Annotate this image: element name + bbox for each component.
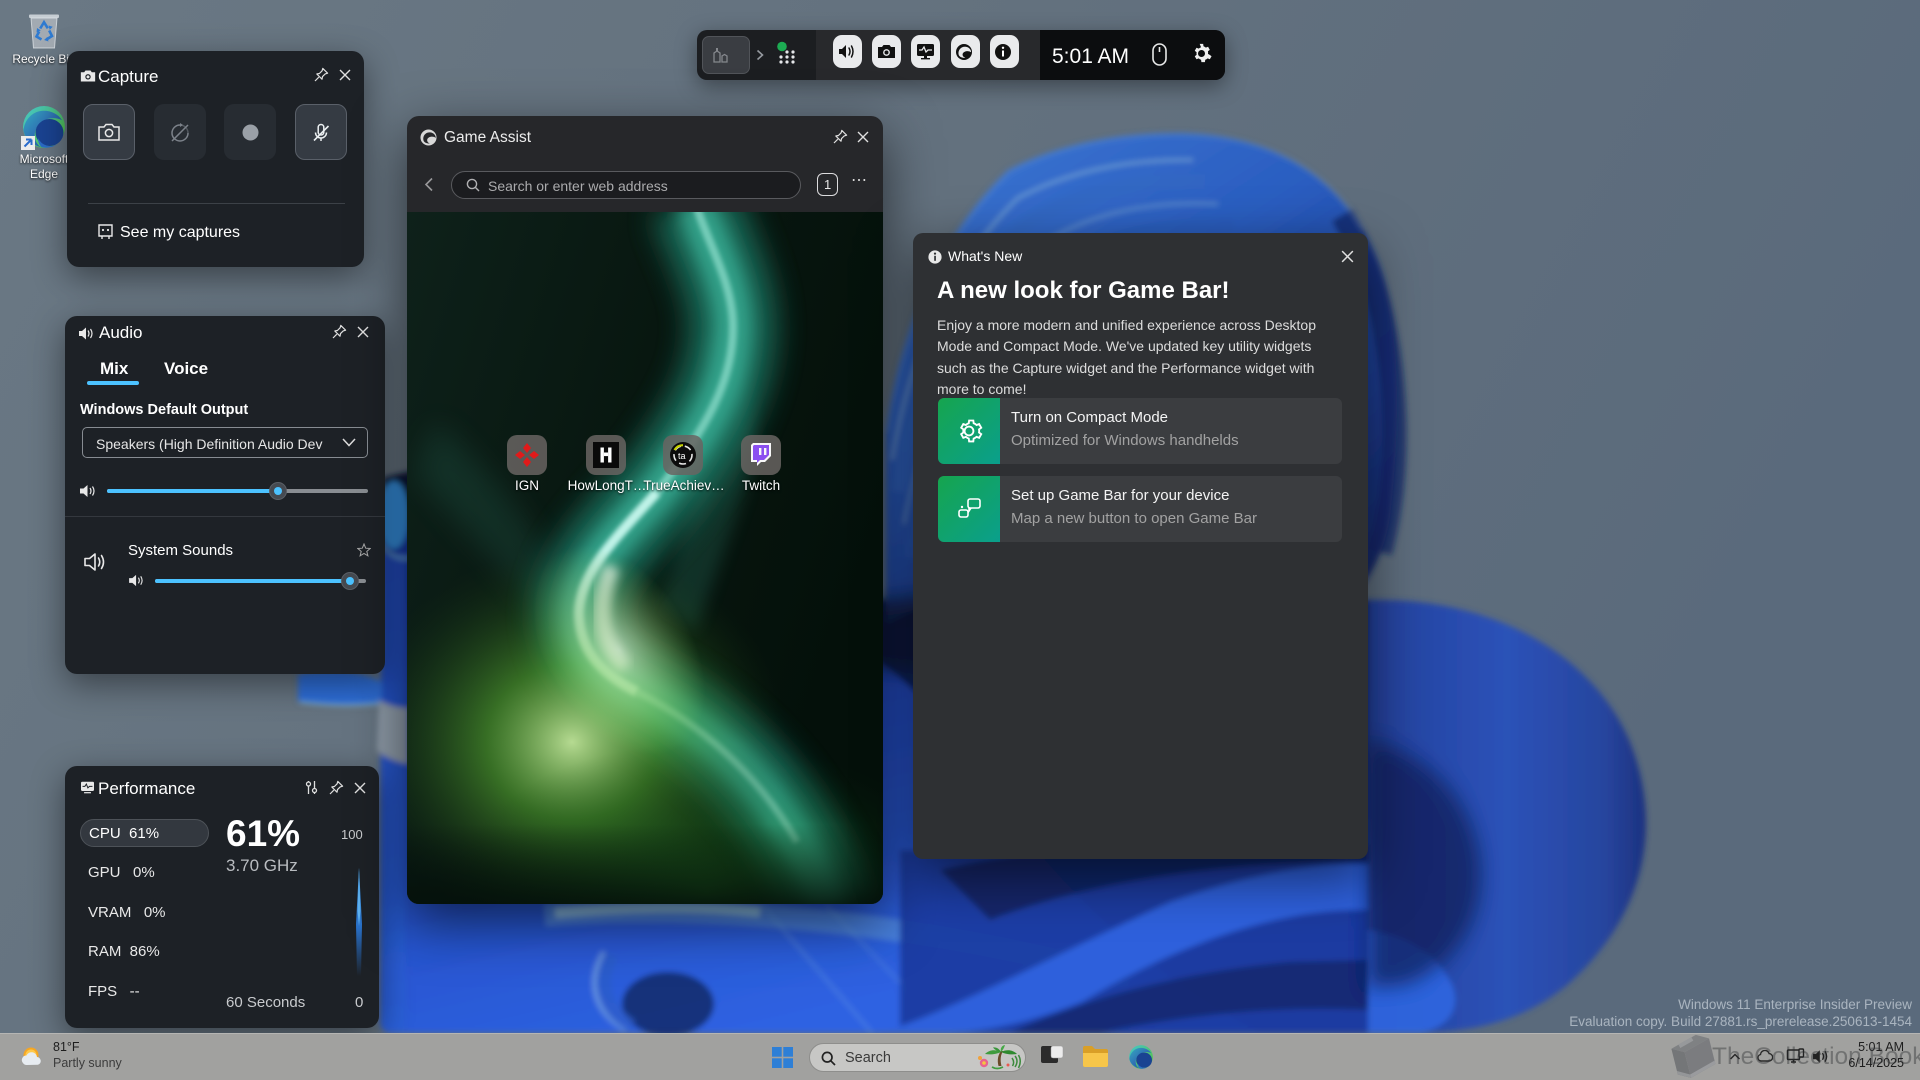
svg-text:ta: ta	[678, 451, 686, 461]
